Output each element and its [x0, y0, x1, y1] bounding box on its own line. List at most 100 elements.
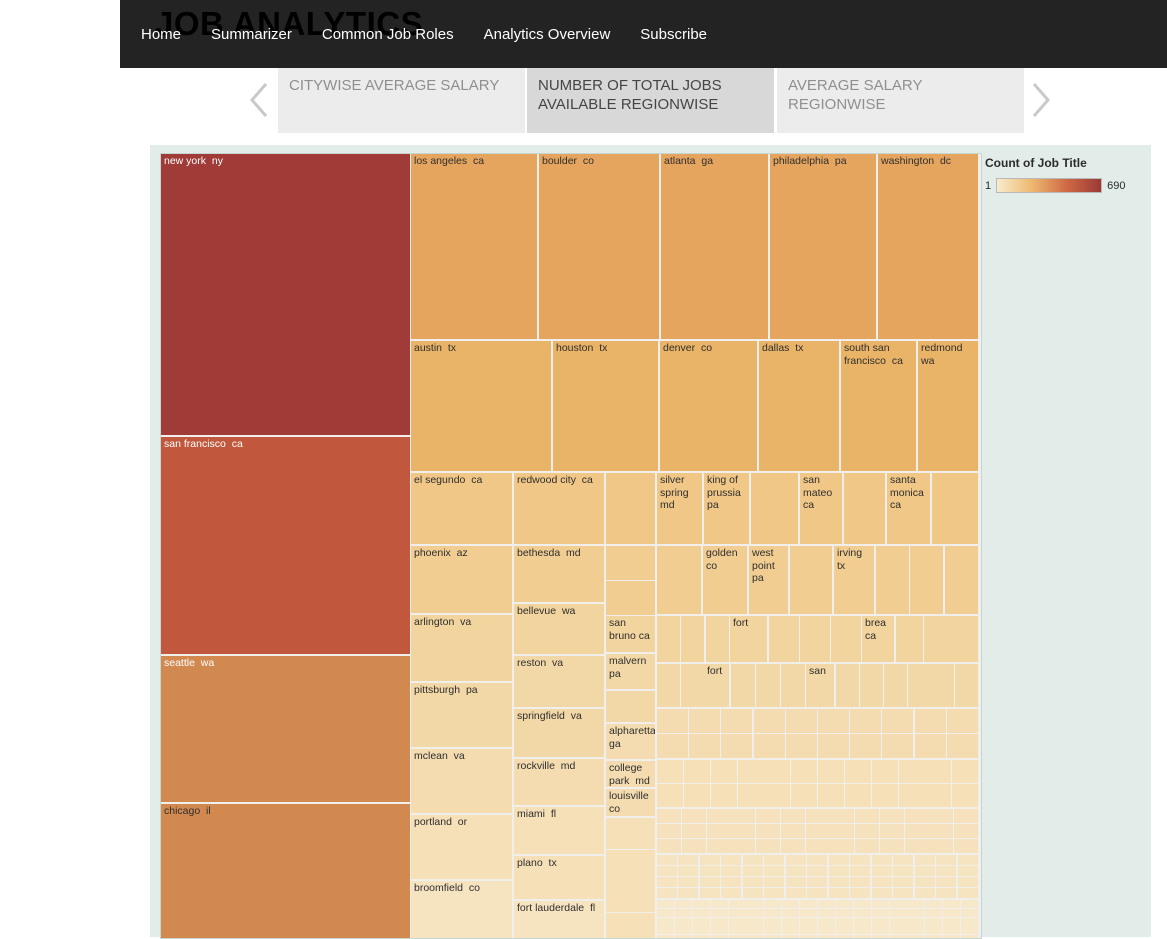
- treemap-cell[interactable]: [899, 760, 925, 783]
- treemap-cell[interactable]: [932, 473, 978, 544]
- treemap-cell[interactable]: [818, 935, 835, 938]
- treemap-cell[interactable]: [806, 824, 830, 838]
- treemap-cell[interactable]: [818, 918, 835, 926]
- treemap-cell[interactable]: [872, 909, 889, 917]
- treemap-cell[interactable]: malvern pa: [606, 654, 655, 689]
- treemap-cell[interactable]: [882, 709, 913, 733]
- treemap-cell[interactable]: [915, 709, 946, 733]
- treemap-cell[interactable]: [781, 839, 805, 853]
- treemap-cell[interactable]: [675, 918, 692, 926]
- treemap-cell[interactable]: [936, 866, 956, 876]
- treemap-cell[interactable]: [915, 866, 935, 876]
- treemap-cell[interactable]: [678, 877, 698, 887]
- treemap-cell[interactable]: [850, 855, 870, 865]
- treemap-cell[interactable]: springfield va: [514, 709, 604, 757]
- treemap-cell[interactable]: [907, 935, 924, 938]
- treemap-cell[interactable]: [800, 900, 817, 908]
- treemap-cell[interactable]: [693, 900, 710, 908]
- treemap-cell[interactable]: [907, 918, 924, 926]
- treemap-cell[interactable]: [908, 664, 931, 707]
- treemap-cell[interactable]: [924, 616, 951, 662]
- treemap-cell[interactable]: college park md: [606, 761, 655, 787]
- treemap-cell[interactable]: [961, 900, 978, 908]
- treemap-cell[interactable]: [782, 918, 799, 926]
- treemap-cell[interactable]: [907, 909, 924, 917]
- treemap-cell[interactable]: [836, 900, 853, 908]
- treemap-cell[interactable]: [657, 877, 677, 887]
- treemap-cell[interactable]: [764, 918, 781, 926]
- treemap-cell[interactable]: [807, 866, 827, 876]
- treemap-cell[interactable]: [936, 855, 956, 865]
- treemap-cell[interactable]: [731, 839, 755, 853]
- nav-item-analytics-overview[interactable]: Analytics Overview: [484, 26, 611, 43]
- treemap-cell[interactable]: [743, 855, 763, 865]
- treemap-cell[interactable]: [947, 709, 978, 733]
- treemap-cell[interactable]: [689, 709, 720, 733]
- treemap-cell[interactable]: [829, 877, 849, 887]
- treemap-cell[interactable]: [830, 839, 854, 853]
- treemap-cell[interactable]: [786, 734, 817, 758]
- treemap-cell[interactable]: [751, 473, 798, 544]
- treemap-cell[interactable]: [890, 900, 907, 908]
- treemap-cell[interactable]: [682, 824, 706, 838]
- treemap-cell[interactable]: [854, 900, 871, 908]
- treemap-cell[interactable]: [954, 839, 978, 853]
- treemap-cell[interactable]: [929, 839, 953, 853]
- treemap-cell[interactable]: [754, 734, 785, 758]
- treemap-cell[interactable]: [786, 877, 806, 887]
- treemap-cell[interactable]: [700, 855, 720, 865]
- treemap-cell[interactable]: [693, 926, 710, 934]
- treemap-cell[interactable]: louisville co: [606, 789, 655, 816]
- treemap-cell[interactable]: [829, 866, 849, 876]
- treemap-cell[interactable]: south san francisco ca: [841, 341, 916, 471]
- treemap-cell[interactable]: [738, 760, 764, 783]
- treemap-cell[interactable]: brea ca: [862, 616, 894, 662]
- treemap-cell[interactable]: [872, 926, 889, 934]
- treemap-cell[interactable]: [681, 664, 704, 707]
- treemap-cell[interactable]: [955, 664, 978, 707]
- treemap-cell[interactable]: [782, 909, 799, 917]
- treemap-cell[interactable]: [706, 616, 729, 662]
- treemap-cell[interactable]: denver co: [660, 341, 757, 471]
- treemap-cell[interactable]: [800, 909, 817, 917]
- treemap-cell[interactable]: [925, 935, 942, 938]
- treemap-cell[interactable]: [807, 888, 827, 898]
- treemap-cell[interactable]: [830, 824, 854, 838]
- treemap-cell[interactable]: [899, 784, 925, 807]
- treemap-cell[interactable]: [818, 926, 835, 934]
- treemap-cell[interactable]: [850, 709, 881, 733]
- treemap-cell[interactable]: [947, 734, 978, 758]
- treemap-cell[interactable]: fort: [704, 664, 729, 707]
- treemap-cell[interactable]: [800, 935, 817, 938]
- treemap-cell[interactable]: [880, 809, 904, 823]
- treemap-cell[interactable]: [657, 824, 681, 838]
- treemap-cell[interactable]: [729, 935, 746, 938]
- treemap-cell[interactable]: [721, 709, 752, 733]
- treemap-cell[interactable]: [872, 888, 892, 898]
- treemap-cell[interactable]: [818, 784, 844, 807]
- treemap-cell[interactable]: dallas tx: [759, 341, 839, 471]
- treemap-cell[interactable]: [807, 855, 827, 865]
- treemap-cell[interactable]: miami fl: [514, 807, 604, 854]
- treemap-cell[interactable]: [764, 866, 784, 876]
- treemap-cell[interactable]: [693, 918, 710, 926]
- treemap-cell[interactable]: [684, 784, 710, 807]
- treemap-cell[interactable]: [657, 709, 688, 733]
- treemap-cell[interactable]: [850, 734, 881, 758]
- treemap-cell[interactable]: [925, 760, 951, 783]
- treemap-cell[interactable]: [786, 866, 806, 876]
- nav-item-common-job-roles[interactable]: Common Job Roles: [322, 26, 454, 43]
- treemap-cell[interactable]: [657, 546, 701, 614]
- treemap-cell[interactable]: phoenix az: [411, 546, 512, 613]
- treemap-cell[interactable]: [800, 918, 817, 926]
- treemap-cell[interactable]: broomfield co: [411, 881, 512, 938]
- treemap-cell[interactable]: [929, 809, 953, 823]
- treemap-cell[interactable]: [872, 784, 898, 807]
- treemap-cell[interactable]: [845, 784, 871, 807]
- treemap-cell[interactable]: [850, 866, 870, 876]
- treemap-cell[interactable]: [943, 909, 960, 917]
- treemap-cell[interactable]: [781, 664, 805, 707]
- treemap-cell[interactable]: [606, 881, 655, 912]
- treemap-cell[interactable]: [836, 926, 853, 934]
- treemap-cell[interactable]: [657, 664, 680, 707]
